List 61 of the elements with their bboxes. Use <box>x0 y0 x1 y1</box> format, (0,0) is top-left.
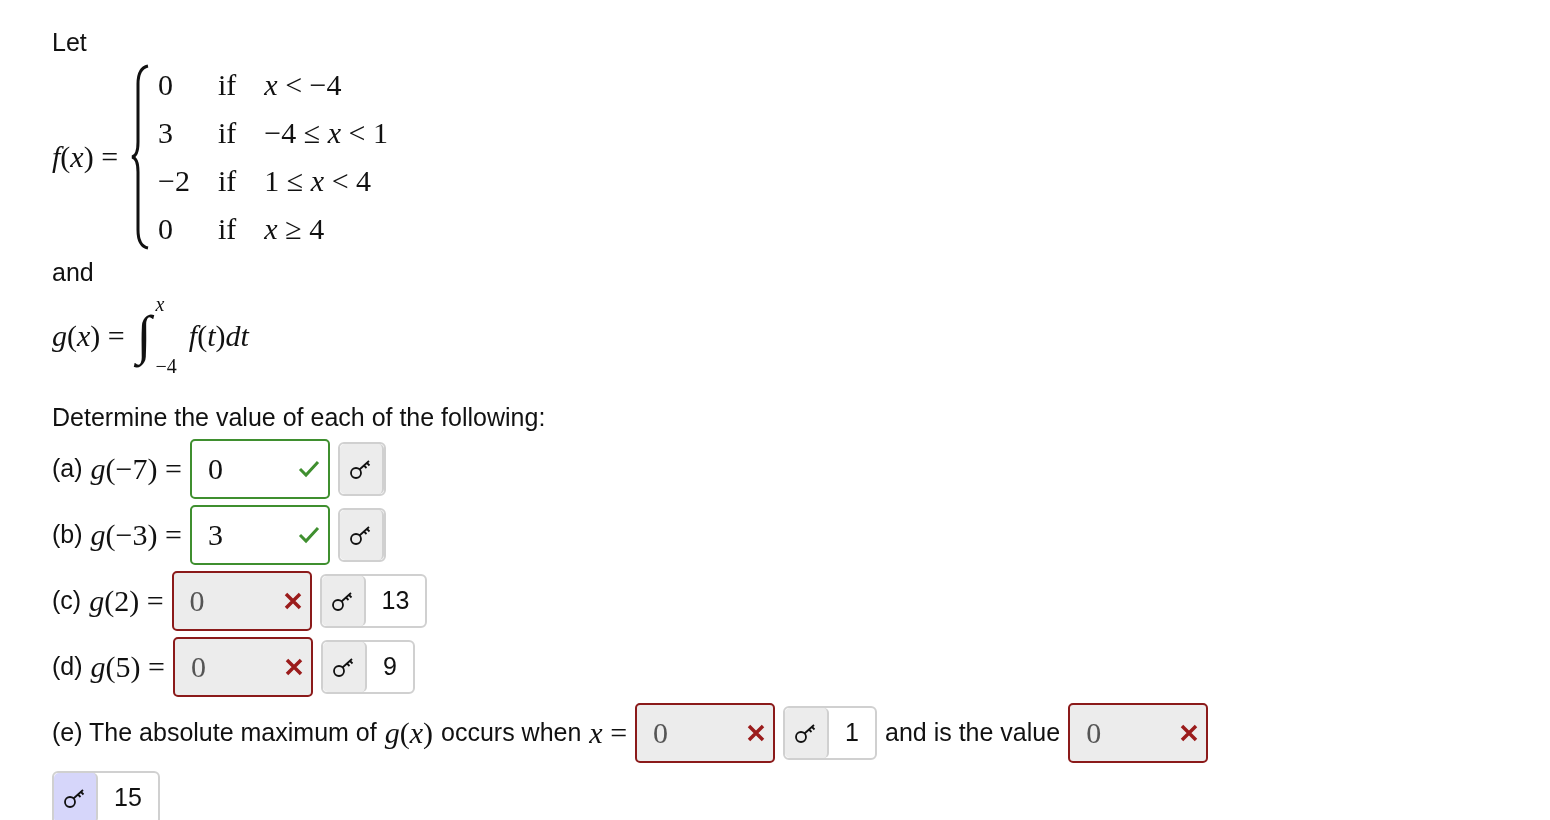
case-if: if <box>218 162 237 199</box>
show-answer-button[interactable] <box>54 772 98 820</box>
math-expression: g(−7) = <box>90 451 182 487</box>
question-text: (b) <box>52 518 83 550</box>
case-condition: 1 ≤ x < 4 <box>264 162 373 199</box>
cross-icon <box>283 591 302 610</box>
check-icon <box>297 525 320 544</box>
key-icon <box>330 589 355 612</box>
key-icon <box>348 457 373 480</box>
function-label: g(x) = <box>52 317 125 354</box>
cross-icon <box>284 657 303 676</box>
case-value: 0 <box>158 210 175 247</box>
case-value: −2 <box>158 162 190 199</box>
case-if: if <box>218 114 237 151</box>
prompt-text: Determine the value of each of the following: <box>52 402 546 433</box>
question-text: and is the value <box>885 716 1061 748</box>
check-icon <box>297 459 320 478</box>
answer-field[interactable]: 0 <box>189 438 330 499</box>
question-text: occurs when <box>441 716 582 748</box>
attempts-count: 15 <box>113 781 143 813</box>
attempts-count: 9 <box>381 650 398 682</box>
question-text: (d) <box>52 650 83 682</box>
answer-field[interactable]: 3 <box>189 504 330 565</box>
math-expression: x = <box>589 715 628 751</box>
lower-limit: −4 <box>155 355 177 377</box>
question-text: (e) The absolute maximum of <box>52 716 377 748</box>
attempts-count: 13 <box>380 584 411 616</box>
math-expression: g(−3) = <box>90 517 182 553</box>
integral-sign: ∫ <box>136 299 152 371</box>
math-expression: g(2) = <box>89 583 164 619</box>
question-text: (a) <box>52 452 83 484</box>
math-expression: g(x) <box>384 715 433 751</box>
intro-text: Let <box>52 27 87 58</box>
case-if: if <box>218 66 237 103</box>
function-label: f(x) = <box>52 139 119 175</box>
show-answer-button[interactable] <box>339 509 384 560</box>
answer-field[interactable]: 0 <box>1068 702 1209 763</box>
integrand: f(t)dt <box>188 317 249 354</box>
answer-field[interactable]: 0 <box>172 636 313 697</box>
case-condition: x ≥ 4 <box>264 210 326 247</box>
upper-limit: x <box>155 293 166 315</box>
key-icon <box>63 786 87 809</box>
answer-field[interactable]: 0 <box>171 570 312 631</box>
cross-icon <box>747 723 766 742</box>
case-if: if <box>218 210 237 247</box>
show-answer-button[interactable] <box>339 443 384 494</box>
connector-text: and <box>52 256 94 288</box>
show-answer-button[interactable] <box>321 575 366 626</box>
answer-field[interactable]: 0 <box>635 702 776 763</box>
attempts-count: 1 <box>844 716 860 748</box>
case-value: 0 <box>158 66 175 103</box>
show-answer-button[interactable] <box>785 707 830 758</box>
case-condition: −4 ≤ x < 1 <box>264 114 388 151</box>
show-answer-button[interactable] <box>322 641 367 692</box>
cross-icon <box>1180 723 1199 742</box>
math-expression: g(5) = <box>90 649 165 685</box>
key-icon <box>348 523 373 546</box>
case-value: 3 <box>158 114 175 151</box>
question-text: (c) <box>52 584 82 616</box>
key-icon <box>331 655 356 678</box>
case-condition: x < −4 <box>264 66 343 103</box>
